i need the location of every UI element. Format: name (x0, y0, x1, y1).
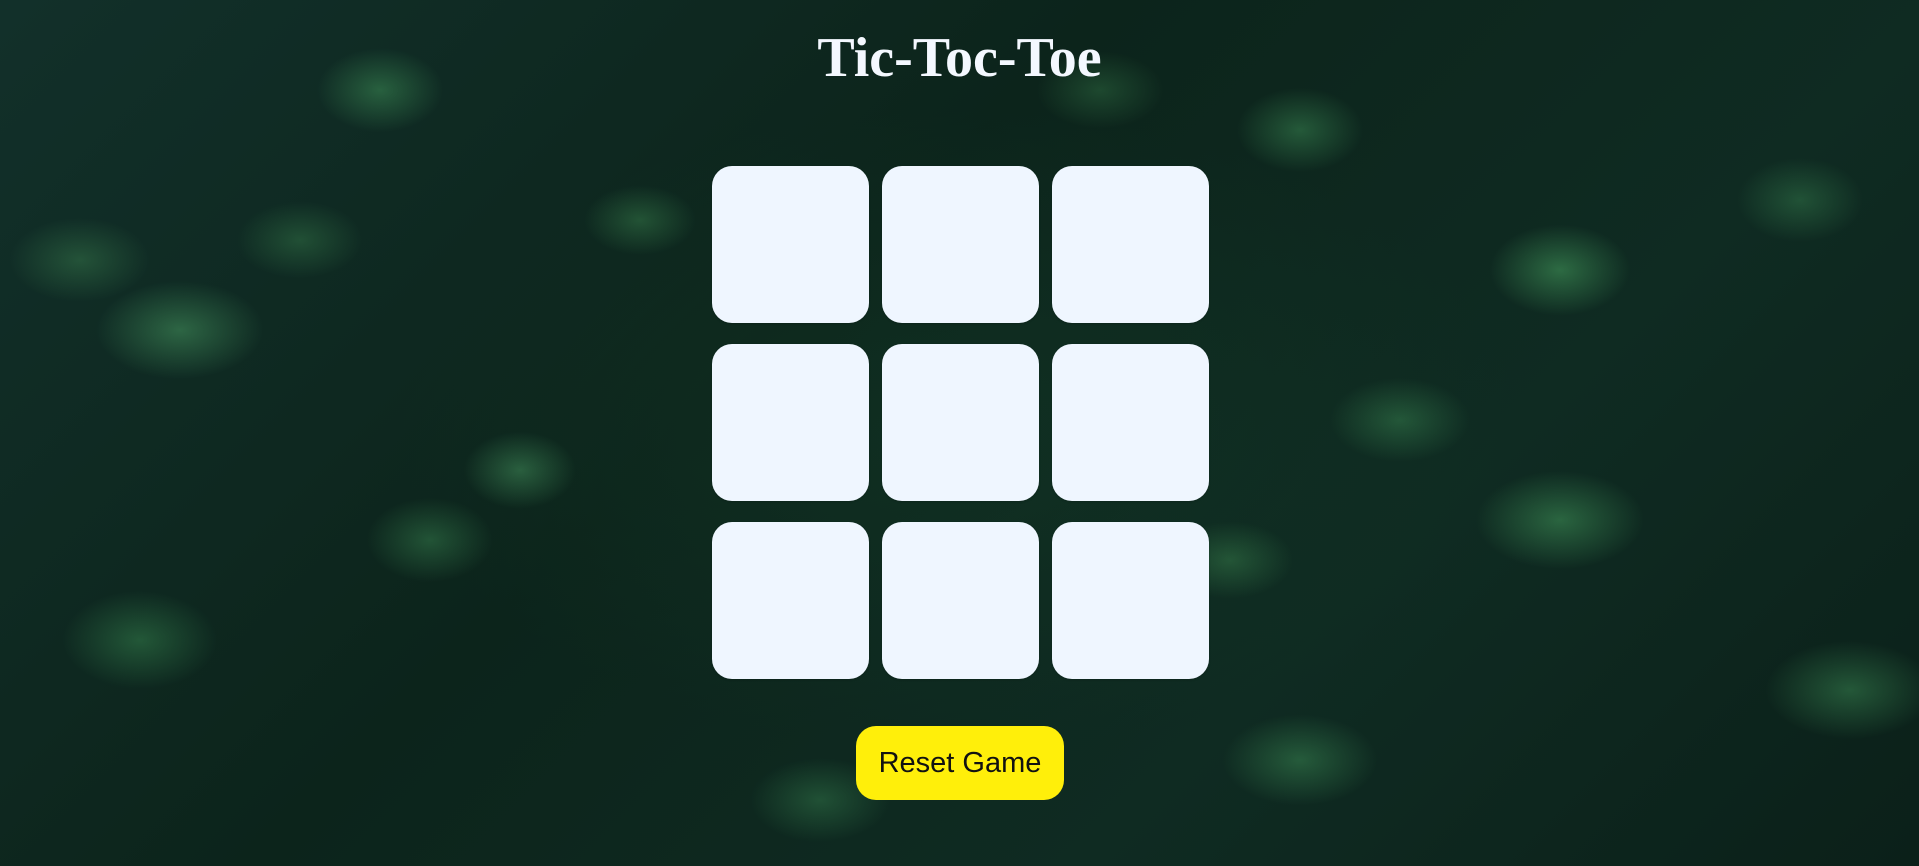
board-cell-8[interactable] (882, 522, 1039, 679)
board-cell-3[interactable] (1052, 166, 1209, 323)
board-cell-5[interactable] (882, 344, 1039, 501)
board-cell-2[interactable] (882, 166, 1039, 323)
board-cell-6[interactable] (1052, 344, 1209, 501)
board-cell-1[interactable] (712, 166, 869, 323)
board-cell-4[interactable] (712, 344, 869, 501)
board-cell-9[interactable] (1052, 522, 1209, 679)
game-title: Tic-Toc-Toe (817, 27, 1102, 89)
board-cell-7[interactable] (712, 522, 869, 679)
game-board (712, 166, 1209, 679)
reset-game-button[interactable]: Reset Game (856, 726, 1064, 800)
